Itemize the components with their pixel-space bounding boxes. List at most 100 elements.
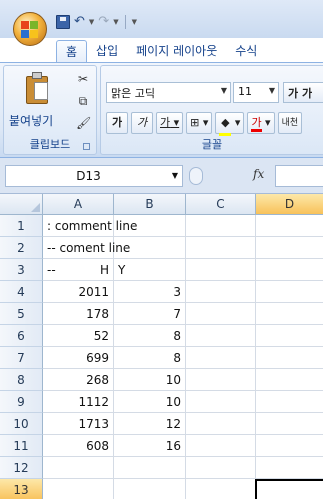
- cell-c6[interactable]: [186, 325, 256, 347]
- cell-b6[interactable]: 8: [114, 325, 186, 347]
- redo-dropdown-icon[interactable]: ▼: [113, 18, 118, 26]
- cell-c3[interactable]: [186, 259, 256, 281]
- font-size-select[interactable]: 11 ▼: [233, 82, 279, 103]
- cell-b13[interactable]: [114, 479, 186, 499]
- column-header-d[interactable]: D: [256, 194, 323, 215]
- tab-page-layout[interactable]: 페이지 레이아웃: [127, 40, 226, 62]
- cell-a8[interactable]: 268: [43, 369, 114, 391]
- row-header-5[interactable]: 5: [0, 303, 43, 325]
- name-box[interactable]: D13 ▼: [5, 165, 183, 187]
- cell-a1[interactable]: : comment line: [43, 215, 137, 237]
- phonetic-guide-button[interactable]: 내천: [277, 112, 303, 134]
- row-header-8[interactable]: 8: [0, 369, 43, 391]
- row-header-9[interactable]: 9: [0, 391, 43, 413]
- save-icon[interactable]: [56, 15, 70, 29]
- row-header-2[interactable]: 2: [0, 237, 43, 259]
- paste-icon[interactable]: [26, 72, 50, 104]
- cell-c2[interactable]: [186, 237, 256, 259]
- italic-button[interactable]: 가: [131, 112, 153, 134]
- cell-c12[interactable]: [186, 457, 256, 479]
- fill-color-button[interactable]: ◆ ▾: [215, 112, 245, 136]
- cell-c5[interactable]: [186, 303, 256, 325]
- cell-a5[interactable]: 178: [43, 303, 114, 325]
- column-header-a[interactable]: A: [43, 194, 114, 215]
- cell-b2[interactable]: [114, 237, 186, 259]
- row-header-6[interactable]: 6: [0, 325, 43, 347]
- cell-a4[interactable]: 2011: [43, 281, 114, 303]
- format-painter-icon[interactable]: 🖌: [76, 116, 91, 130]
- underline-button[interactable]: 가 ▾: [156, 112, 184, 134]
- cell-a13[interactable]: [43, 479, 114, 499]
- font-color-button[interactable]: 가 ▾: [247, 112, 275, 134]
- row-header-4[interactable]: 4: [0, 281, 43, 303]
- cell-b10[interactable]: 12: [114, 413, 186, 435]
- cell-d4[interactable]: [256, 281, 323, 303]
- tab-insert[interactable]: 삽입: [87, 40, 127, 62]
- cell-a6[interactable]: 52: [43, 325, 114, 347]
- row-header-11[interactable]: 11: [0, 435, 43, 457]
- undo-dropdown-icon[interactable]: ▼: [89, 18, 94, 26]
- cell-c10[interactable]: [186, 413, 256, 435]
- cell-d11[interactable]: [256, 435, 323, 457]
- row-header-3[interactable]: 3: [0, 259, 43, 281]
- tab-formulas[interactable]: 수식: [226, 40, 266, 62]
- cell-d2[interactable]: [256, 237, 323, 259]
- font-name-select[interactable]: 맑은 고딕 ▼: [106, 82, 231, 103]
- resize-handle-icon[interactable]: [189, 167, 203, 185]
- tab-home[interactable]: 홈: [56, 40, 88, 62]
- cell-a7[interactable]: 699: [43, 347, 114, 369]
- cell-b8[interactable]: 10: [114, 369, 186, 391]
- cell-b4[interactable]: 3: [114, 281, 186, 303]
- cell-b5[interactable]: 7: [114, 303, 186, 325]
- chevron-down-icon[interactable]: ▼: [221, 86, 227, 95]
- cell-d10[interactable]: [256, 413, 323, 435]
- cell-c4[interactable]: [186, 281, 256, 303]
- cell-b9[interactable]: 10: [114, 391, 186, 413]
- row-header-7[interactable]: 7: [0, 347, 43, 369]
- cell-d8[interactable]: [256, 369, 323, 391]
- cell-c8[interactable]: [186, 369, 256, 391]
- select-all-button[interactable]: [0, 194, 43, 215]
- cell-b3[interactable]: Y: [114, 259, 186, 281]
- cell-c1[interactable]: [186, 215, 256, 237]
- cell-d9[interactable]: [256, 391, 323, 413]
- cell-d6[interactable]: [256, 325, 323, 347]
- cell-d3[interactable]: [256, 259, 323, 281]
- cell-d12[interactable]: [256, 457, 323, 479]
- row-header-12[interactable]: 12: [0, 457, 43, 479]
- cell-a10[interactable]: 1713: [43, 413, 114, 435]
- cell-d1[interactable]: [256, 215, 323, 237]
- cell-d5[interactable]: [256, 303, 323, 325]
- cell-a3[interactable]: -- H: [43, 259, 114, 281]
- cut-icon[interactable]: ✂: [76, 72, 90, 86]
- column-header-b[interactable]: B: [114, 194, 186, 215]
- cell-c9[interactable]: [186, 391, 256, 413]
- cell-a2[interactable]: -- coment line: [43, 237, 130, 259]
- row-header-10[interactable]: 10: [0, 413, 43, 435]
- undo-icon[interactable]: ↶: [74, 15, 85, 29]
- paste-button[interactable]: 붙여넣기: [9, 112, 53, 129]
- row-header-1[interactable]: 1: [0, 215, 43, 237]
- customize-qat-icon[interactable]: ▼: [132, 18, 137, 26]
- insert-function-icon[interactable]: fx: [253, 167, 264, 181]
- cell-d7[interactable]: [256, 347, 323, 369]
- borders-button[interactable]: ⊞ ▾: [186, 112, 213, 134]
- cell-a12[interactable]: [43, 457, 114, 479]
- cell-b1[interactable]: [114, 215, 186, 237]
- cell-b12[interactable]: [114, 457, 186, 479]
- cell-b7[interactable]: 8: [114, 347, 186, 369]
- clipboard-launcher-icon[interactable]: [83, 143, 90, 150]
- active-cell-d13[interactable]: [255, 479, 323, 499]
- column-header-c[interactable]: C: [186, 194, 256, 215]
- cell-c7[interactable]: [186, 347, 256, 369]
- office-button[interactable]: [13, 12, 47, 46]
- bold-button[interactable]: 가: [106, 112, 128, 134]
- cell-c11[interactable]: [186, 435, 256, 457]
- formula-input[interactable]: [275, 165, 323, 187]
- redo-icon[interactable]: ↷: [98, 15, 109, 29]
- cell-c13[interactable]: [186, 479, 256, 499]
- row-header-13[interactable]: 13: [0, 479, 43, 499]
- chevron-down-icon[interactable]: ▼: [269, 86, 275, 95]
- cell-b11[interactable]: 16: [114, 435, 186, 457]
- cell-a9[interactable]: 1112: [43, 391, 114, 413]
